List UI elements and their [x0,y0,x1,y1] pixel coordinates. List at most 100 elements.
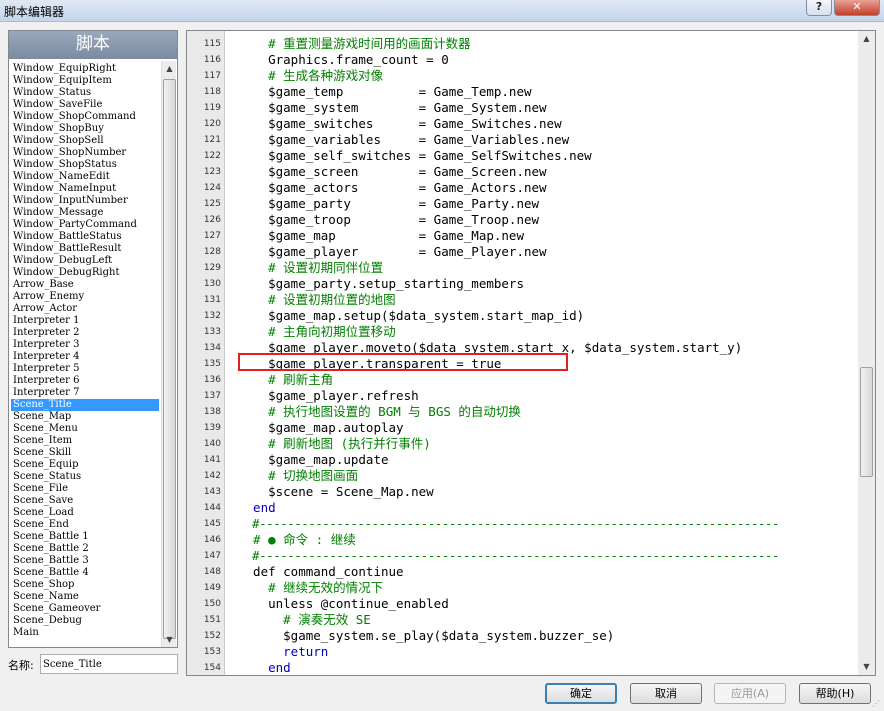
code-text[interactable]: Graphics.frame_count = 0 [238,52,449,68]
code-line[interactable]: 145 #-----------------------------------… [187,516,857,532]
help-titlebar-button[interactable]: ? [806,0,832,16]
code-line[interactable]: 152 $game_system.se_play($data_system.bu… [187,628,857,644]
script-list-item[interactable]: Window_ShopCommand [11,111,159,123]
script-list-item[interactable]: Scene_Item [11,435,159,447]
script-list-item[interactable]: Scene_Map [11,411,159,423]
script-list-item[interactable]: Scene_Battle 4 [11,567,159,579]
script-list-item[interactable]: Scene_Load [11,507,159,519]
code-text[interactable]: end [238,500,276,516]
script-list-item[interactable]: Scene_Battle 2 [11,543,159,555]
code-text[interactable]: # ● 命令 : 继续 [238,532,356,548]
script-list-item[interactable]: Interpreter 1 [11,315,159,327]
script-list-item[interactable]: Window_EquipRight [11,63,159,75]
code-line[interactable]: 121 $game_variables = Game_Variables.new [187,132,857,148]
script-list-item[interactable]: Interpreter 3 [11,339,159,351]
code-line[interactable]: 140 # 刷新地图 (执行并行事件) [187,436,857,452]
script-list-item[interactable]: Window_NameInput [11,183,159,195]
script-list-item[interactable]: Window_ShopNumber [11,147,159,159]
code-line[interactable]: 123 $game_screen = Game_Screen.new [187,164,857,180]
script-list-item[interactable]: Window_PartyCommand [11,219,159,231]
scroll-down-icon[interactable]: ▼ [858,659,875,675]
code-text[interactable]: # 主角向初期位置移动 [238,324,396,340]
code-line[interactable]: 119 $game_system = Game_System.new [187,100,857,116]
code-line[interactable]: 130 $game_party.setup_starting_members [187,276,857,292]
code-line[interactable]: 147 #-----------------------------------… [187,548,857,564]
close-button[interactable]: ✕ [834,0,880,16]
code-line[interactable]: 151 # 演奏无效 SE [187,612,857,628]
script-list-item[interactable]: Interpreter 5 [11,363,159,375]
code-line[interactable]: 118 $game_temp = Game_Temp.new [187,84,857,100]
code-line[interactable]: 142 # 切换地图画面 [187,468,857,484]
ok-button[interactable]: 确定 [545,683,617,704]
apply-button[interactable]: 应用(A) [714,683,786,704]
code-text[interactable]: $game_temp = Game_Temp.new [238,84,531,100]
code-line[interactable]: 138 # 执行地图设置的 BGM 与 BGS 的自动切换 [187,404,857,420]
code-text[interactable]: $game_system.se_play($data_system.buzzer… [238,628,614,644]
code-text[interactable]: $game_map = Game_Map.new [238,228,524,244]
code-line[interactable]: 129 # 设置初期同伴位置 [187,260,857,276]
code-text[interactable]: $game_variables = Game_Variables.new [238,132,569,148]
code-line[interactable]: 131 # 设置初期位置的地图 [187,292,857,308]
script-list-item[interactable]: Window_ShopSell [11,135,159,147]
script-list-item[interactable]: Window_EquipItem [11,75,159,87]
script-list-item[interactable]: Window_ShopStatus [11,159,159,171]
script-list-item[interactable]: Main [11,627,159,639]
code-line[interactable]: 153 return [187,644,857,660]
code-text[interactable]: # 刷新地图 (执行并行事件) [238,436,431,452]
script-list-item[interactable]: Arrow_Actor [11,303,159,315]
code-text[interactable]: # 切换地图画面 [238,468,358,484]
script-list-item[interactable]: Window_BattleResult [11,243,159,255]
script-list-item[interactable]: Window_DebugRight [11,267,159,279]
code-text[interactable]: $scene = Scene_Map.new [238,484,434,500]
script-list-item[interactable]: Window_BattleStatus [11,231,159,243]
code-text[interactable]: $game_player.refresh [238,388,419,404]
script-list-item[interactable]: Scene_Battle 1 [11,531,159,543]
code-text[interactable]: #---------------------------------------… [238,516,779,532]
code-text[interactable]: # 生成各种游戏对像 [238,68,383,84]
code-line[interactable]: 133 # 主角向初期位置移动 [187,324,857,340]
code-line[interactable]: 117 # 生成各种游戏对像 [187,68,857,84]
script-list-item[interactable]: Scene_Shop [11,579,159,591]
resize-grip-icon[interactable]: ⋰ [872,699,882,709]
code-line[interactable]: 120 $game_switches = Game_Switches.new [187,116,857,132]
code-text[interactable]: # 执行地图设置的 BGM 与 BGS 的自动切换 [238,404,521,420]
code-text[interactable]: $game_screen = Game_Screen.new [238,164,546,180]
code-text[interactable]: return [238,644,328,660]
code-text[interactable]: $game_self_switches = Game_SelfSwitches.… [238,148,592,164]
code-line[interactable]: 116 Graphics.frame_count = 0 [187,52,857,68]
code-text[interactable]: end [238,660,291,675]
code-line[interactable]: 148 def command_continue [187,564,857,580]
script-list-item[interactable]: Scene_Title [11,399,159,411]
code-text[interactable]: $game_player = Game_Player.new [238,244,546,260]
code-text[interactable]: #---------------------------------------… [238,548,779,564]
code-line[interactable]: 132 $game_map.setup($data_system.start_m… [187,308,857,324]
scroll-up-icon[interactable]: ▲ [162,61,177,76]
code-line[interactable]: 124 $game_actors = Game_Actors.new [187,180,857,196]
code-line[interactable]: 150 unless @continue_enabled [187,596,857,612]
script-list-item[interactable]: Scene_Skill [11,447,159,459]
code-text[interactable]: $game_system = Game_System.new [238,100,546,116]
scrollbar-thumb[interactable] [163,79,176,639]
script-list-item[interactable]: Scene_Debug [11,615,159,627]
cancel-button[interactable]: 取消 [630,683,702,704]
code-line[interactable]: 149 # 继续无效的情况下 [187,580,857,596]
code-line[interactable]: 137 $game_player.refresh [187,388,857,404]
code-text[interactable]: # 设置初期位置的地图 [238,292,396,308]
code-text[interactable]: $game_actors = Game_Actors.new [238,180,546,196]
code-text[interactable]: def command_continue [238,564,404,580]
code-line[interactable]: 125 $game_party = Game_Party.new [187,196,857,212]
script-list-item[interactable]: Scene_File [11,483,159,495]
script-list-item[interactable]: Scene_Battle 3 [11,555,159,567]
help-button[interactable]: 帮助(H) [799,683,871,704]
code-text[interactable]: unless @continue_enabled [238,596,449,612]
code-text[interactable]: $game_map.update [238,452,388,468]
script-list-item[interactable]: Scene_Status [11,471,159,483]
script-list-item[interactable]: Window_Message [11,207,159,219]
script-list-item[interactable]: Window_Status [11,87,159,99]
code-line[interactable]: 154 end [187,660,857,675]
script-list-item[interactable]: Window_NameEdit [11,171,159,183]
code-line[interactable]: 141 $game_map.update [187,452,857,468]
code-text[interactable]: $game_party = Game_Party.new [238,196,539,212]
code-editor[interactable]: 115 # 重置测量游戏时间用的画面计数器 116 Graphics.frame_… [186,30,876,676]
script-list-item[interactable]: Arrow_Base [11,279,159,291]
